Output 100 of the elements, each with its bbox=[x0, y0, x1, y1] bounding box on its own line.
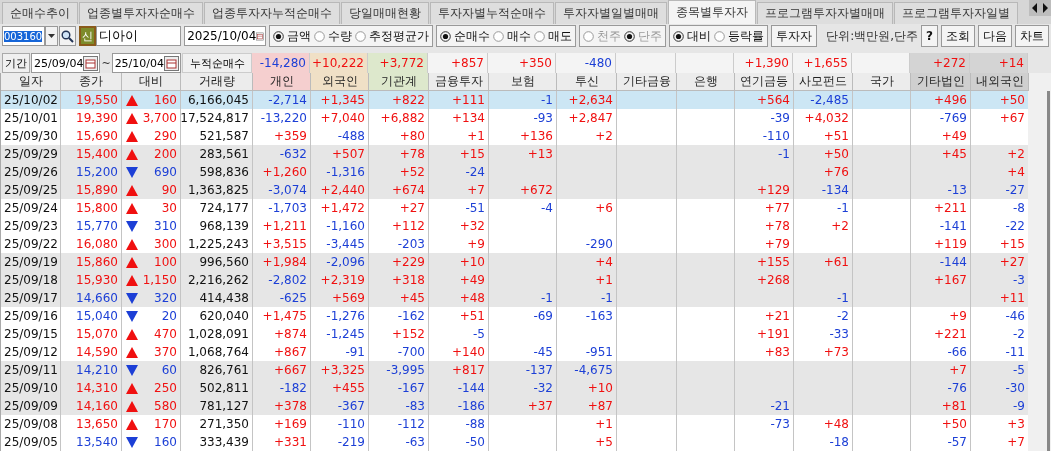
column-header[interactable]: 개인 bbox=[253, 73, 311, 91]
column-header[interactable]: 내외국인 bbox=[971, 73, 1029, 91]
table-row[interactable]: 25/09/19 15,860 100 996,560 +1,984 -2,096 +229 +10 +4 +155 +61 -144 +27 bbox=[1, 253, 1028, 271]
radio-label[interactable]: 금액 bbox=[287, 27, 312, 45]
table-cell: -219 bbox=[311, 433, 369, 451]
total-cell: +10,222 bbox=[310, 53, 368, 73]
change-value: 580 bbox=[154, 399, 177, 413]
volume-cell: 333,439 bbox=[181, 433, 253, 451]
column-header[interactable]: 국가 bbox=[853, 73, 911, 91]
toolbar-button[interactable]: 다음 bbox=[978, 25, 1012, 47]
total-cell: +14 bbox=[970, 53, 1028, 73]
table-cell: +5 bbox=[557, 433, 617, 451]
start-date-field[interactable]: 25/09/04 bbox=[31, 53, 101, 73]
radio-label[interactable]: 순매수 bbox=[454, 27, 491, 45]
column-header[interactable]: 은행 bbox=[677, 73, 735, 91]
total-cell: -480 bbox=[556, 53, 616, 73]
radio-label[interactable]: 대비 bbox=[687, 27, 712, 45]
tab[interactable]: 투자자별일별매매 bbox=[555, 2, 667, 24]
change-value: 690 bbox=[154, 165, 177, 179]
table-cell: -57 bbox=[911, 433, 971, 451]
stock-name-field[interactable]: 디아이 bbox=[95, 26, 182, 46]
tab[interactable]: 투자자별누적순매수 bbox=[430, 2, 554, 24]
change-value: 470 bbox=[154, 327, 177, 341]
table-row[interactable]: 25/09/18 15,930 1,150 2,216,262 -2,802 +2,319 +318 +49 +1 +268 +167 -3 bbox=[1, 271, 1028, 289]
table-cell: +331 bbox=[253, 433, 311, 451]
total-cell: +857 bbox=[428, 53, 488, 73]
investor-button[interactable]: 투자자 bbox=[771, 25, 818, 47]
end-date-field[interactable]: 25/10/04 bbox=[111, 53, 182, 73]
radio-label[interactable]: 추정평균가 bbox=[369, 27, 430, 45]
column-header[interactable]: 거래량 bbox=[181, 73, 253, 91]
total-cell: +1,655 bbox=[793, 53, 852, 73]
column-header[interactable]: 금융투자 bbox=[429, 73, 489, 91]
tab[interactable]: 종목별투자자 bbox=[668, 0, 756, 24]
column-header[interactable]: 기타금융 bbox=[617, 73, 677, 91]
unit-label: 단위:백만원,단주 bbox=[826, 27, 919, 45]
total-cell: +272 bbox=[910, 53, 970, 73]
change-value: 250 bbox=[154, 381, 177, 395]
total-cell: +1,390 bbox=[734, 53, 793, 73]
total-label: 누적순매수 bbox=[182, 53, 253, 73]
column-header[interactable]: 일자 bbox=[1, 73, 61, 91]
change-value: 370 bbox=[154, 345, 177, 359]
change-value: 20 bbox=[161, 309, 177, 323]
change-value: 160 bbox=[154, 435, 177, 449]
change-value: 200 bbox=[154, 147, 177, 161]
column-header[interactable]: 기관계 bbox=[369, 73, 429, 91]
change-value: 100 bbox=[154, 255, 177, 269]
date-field[interactable]: 2025/10/04 bbox=[184, 26, 267, 46]
radio-label[interactable]: 매수 bbox=[507, 27, 532, 45]
table-row[interactable]: 25/09/29 15,400 200 283,561 -632 +507 +78 +15 +13 -1 +50 +45 +2 bbox=[1, 145, 1028, 163]
total-cell: +350 bbox=[488, 53, 556, 73]
change-value: 1,150 bbox=[142, 273, 177, 287]
total-cell: -14,280 bbox=[252, 53, 310, 73]
column-header[interactable]: 사모펀드 bbox=[794, 73, 853, 91]
stock-code-field[interactable]: 003160 bbox=[2, 26, 45, 46]
column-header[interactable]: 기타법인 bbox=[911, 73, 971, 91]
toolbar-button[interactable]: ? bbox=[921, 25, 938, 47]
table-cell: -50 bbox=[429, 433, 489, 451]
table-row[interactable]: 25/09/11 14,210 60 826,761 +667 +3,325 -3,995 +817 -137 -4,675 +7 -5 bbox=[1, 361, 1028, 379]
credit-badge: 신 bbox=[78, 26, 96, 46]
column-header[interactable]: 외국인 bbox=[311, 73, 369, 91]
radio-label[interactable]: 등락률 bbox=[728, 27, 765, 45]
tab[interactable]: 프로그램투자자별매매 bbox=[757, 2, 893, 24]
radio-label[interactable]: 수량 bbox=[328, 27, 353, 45]
column-header[interactable]: 보험 bbox=[489, 73, 557, 91]
table-row[interactable]: 25/09/09 14,160 580 781,127 +378 -367 -83 -186 +37 +87 -21 +81 -9 bbox=[1, 397, 1028, 415]
table-row[interactable]: 25/09/16 15,040 20 620,040 +1,475 -1,276 -162 +51 -69 -163 +21 -2 +9 -46 bbox=[1, 307, 1028, 325]
total-cell: +3,772 bbox=[368, 53, 428, 73]
change-value: 290 bbox=[154, 129, 177, 143]
table-row[interactable]: 25/10/02 19,550 160 6,166,045 -2,714 +1,345 +822 +111 -1 +2,634 +564 -2,485 +496 +50 bbox=[1, 91, 1028, 109]
change-value: 300 bbox=[154, 237, 177, 251]
change-value: 60 bbox=[161, 363, 177, 377]
change-value: 90 bbox=[161, 183, 177, 197]
change-value: 320 bbox=[154, 291, 177, 305]
column-header[interactable]: 대비 bbox=[122, 73, 181, 91]
table-cell: -63 bbox=[369, 433, 429, 451]
tab[interactable]: 프로그램투자자일별 bbox=[894, 2, 1018, 24]
change-value: 170 bbox=[154, 417, 177, 431]
table-row[interactable]: 25/09/25 15,890 90 1,363,825 -3,074 +2,440 +674 +7 +672 +129 -134 -13 -27 bbox=[1, 181, 1028, 199]
table-row[interactable]: 25/09/10 14,310 250 502,811 -182 +455 -167 -144 -32 +10 -76 -30 bbox=[1, 379, 1028, 397]
change-value: 30 bbox=[161, 201, 177, 215]
tab[interactable]: 업종투자자누적순매수 bbox=[204, 2, 340, 24]
radio-label[interactable]: 매도 bbox=[548, 27, 573, 45]
change-value: 3,700 bbox=[142, 111, 177, 125]
tab[interactable]: 업종별투자자순매수 bbox=[79, 2, 203, 24]
period-label: 기간 bbox=[2, 53, 30, 73]
table-row[interactable]: 25/09/26 15,200 690 598,836 +1,260 -1,316 +52 -24 +76 +4 bbox=[1, 163, 1028, 181]
tab[interactable]: 당일매매현황 bbox=[341, 2, 429, 24]
range-separator: ~ bbox=[101, 56, 111, 70]
column-header[interactable]: 연기금등 bbox=[735, 73, 794, 91]
price-cell: 13,540 bbox=[61, 433, 122, 451]
tab[interactable]: 순매수추이 bbox=[2, 2, 78, 24]
change-value: 160 bbox=[154, 93, 177, 107]
column-header[interactable]: 투신 bbox=[557, 73, 617, 91]
column-header[interactable]: 종가 bbox=[61, 73, 122, 91]
date-cell: 25/09/05 bbox=[1, 433, 61, 451]
change-value: 310 bbox=[154, 219, 177, 233]
table-row[interactable]: 25/09/17 14,660 320 414,438 -625 +569 +45 +48 -1 -1 -1 +11 bbox=[1, 289, 1028, 307]
toolbar-button[interactable]: 차트 bbox=[1015, 25, 1049, 47]
table-cell: -18 bbox=[794, 433, 853, 451]
toolbar-button[interactable]: 조회 bbox=[941, 25, 975, 47]
